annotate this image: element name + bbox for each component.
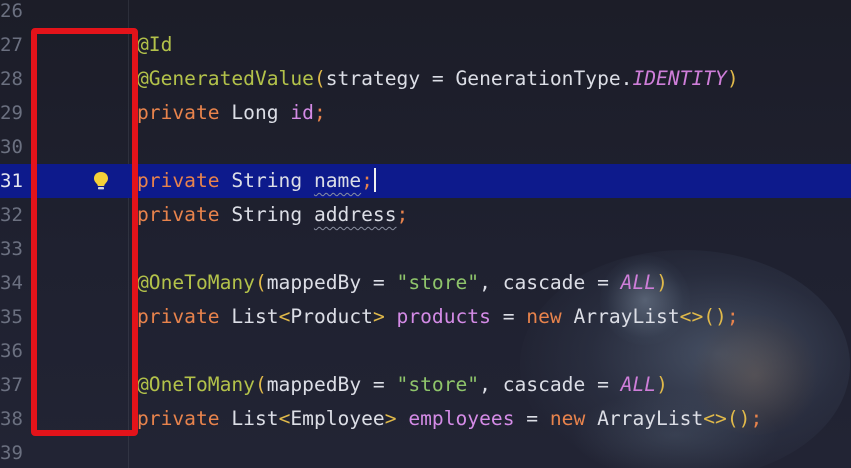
line-number: 37 — [0, 374, 23, 396]
code-token: strategy = GenerationType. — [325, 67, 633, 90]
line-number: 26 — [0, 0, 23, 22]
code-token: ) — [726, 67, 739, 90]
code-token: , cascade = — [479, 373, 621, 396]
code-token: > — [384, 407, 409, 430]
code-text[interactable]: private List<Product> products = new Arr… — [137, 300, 739, 334]
code-token: ; — [726, 305, 739, 328]
code-token: ArrayList — [597, 407, 704, 430]
code-token: products — [396, 305, 491, 328]
code-token: id — [290, 101, 314, 124]
code-text[interactable]: private Long id; — [137, 96, 326, 130]
code-token: mappedBy = — [266, 373, 397, 396]
code-token: String — [231, 203, 314, 226]
code-line[interactable]: 26 — [0, 0, 851, 28]
line-number: 33 — [0, 238, 23, 260]
code-token: () — [703, 305, 727, 328]
code-token: private — [137, 407, 232, 430]
code-token: "store" — [396, 271, 480, 294]
code-token: Employee — [290, 407, 385, 430]
gutter-highlight-box — [31, 28, 138, 436]
line-number: 32 — [0, 204, 23, 226]
code-token: ) — [656, 271, 668, 294]
code-token: @GeneratedValue — [137, 67, 314, 90]
code-token: ( — [254, 373, 267, 396]
code-editor[interactable]: 26 27 @Id 28 @GeneratedValue(strategy = Gene… — [0, 0, 851, 468]
code-token: private — [137, 101, 232, 124]
code-token: ( — [254, 271, 267, 294]
code-token: new — [526, 305, 574, 328]
code-token: mappedBy = — [266, 271, 397, 294]
code-token: @OneToMany — [137, 373, 255, 396]
code-text[interactable]: private String address; — [137, 198, 408, 232]
code-token: ALL — [620, 271, 657, 294]
code-token: ; — [750, 407, 763, 430]
code-line[interactable]: 39 — [0, 436, 851, 468]
code-token: = — [490, 305, 527, 328]
code-text[interactable]: @OneToMany(mappedBy = "store", cascade =… — [137, 368, 668, 402]
text-caret — [373, 168, 376, 192]
code-token: "store" — [396, 373, 480, 396]
code-token: ; — [313, 101, 326, 124]
code-token: ALL — [620, 373, 657, 396]
code-text[interactable]: @GeneratedValue(strategy = GenerationTyp… — [137, 62, 739, 96]
code-token: List — [231, 305, 279, 328]
code-token: Product — [290, 305, 373, 328]
line-number: 27 — [0, 34, 23, 56]
code-token: @OneToMany — [137, 271, 255, 294]
code-token: String — [231, 169, 314, 192]
code-token: <> — [679, 305, 704, 328]
line-number: 28 — [0, 68, 23, 90]
code-token: <> — [703, 407, 727, 430]
code-token: ( — [313, 67, 326, 90]
code-text[interactable]: @OneToMany(mappedBy = "store", cascade =… — [137, 266, 668, 300]
line-number: 31 — [0, 170, 23, 192]
code-token: Long — [231, 101, 291, 124]
line-number: 36 — [0, 340, 23, 362]
line-number: 29 — [0, 102, 23, 124]
code-token: ArrayList — [573, 305, 680, 328]
code-token: IDENTITY — [632, 67, 727, 90]
code-text[interactable]: private String name; — [137, 164, 376, 198]
code-token: private — [137, 203, 232, 226]
code-token: = — [514, 407, 550, 430]
code-token: () — [726, 407, 751, 430]
code-text[interactable]: private List<Employee> employees = new A… — [137, 402, 762, 436]
line-number: 34 — [0, 272, 23, 294]
code-token: name — [313, 169, 362, 192]
code-token: ; — [361, 169, 373, 192]
code-token: private — [137, 169, 232, 192]
code-token: , cascade = — [479, 271, 621, 294]
code-token: employees — [408, 407, 515, 430]
code-token: @Id — [137, 33, 173, 56]
code-text[interactable]: @Id — [137, 28, 172, 62]
code-token: ; — [396, 203, 409, 226]
line-number: 35 — [0, 306, 23, 328]
code-token: private — [137, 305, 232, 328]
code-token: address — [313, 203, 397, 226]
line-number: 30 — [0, 136, 23, 158]
code-token: > — [372, 305, 397, 328]
code-token: List — [231, 407, 279, 430]
code-token: ) — [656, 373, 668, 396]
line-number: 38 — [0, 408, 23, 430]
code-token: new — [549, 407, 598, 430]
code-token: < — [278, 407, 291, 430]
code-token: < — [278, 305, 291, 328]
line-number: 39 — [0, 442, 23, 464]
